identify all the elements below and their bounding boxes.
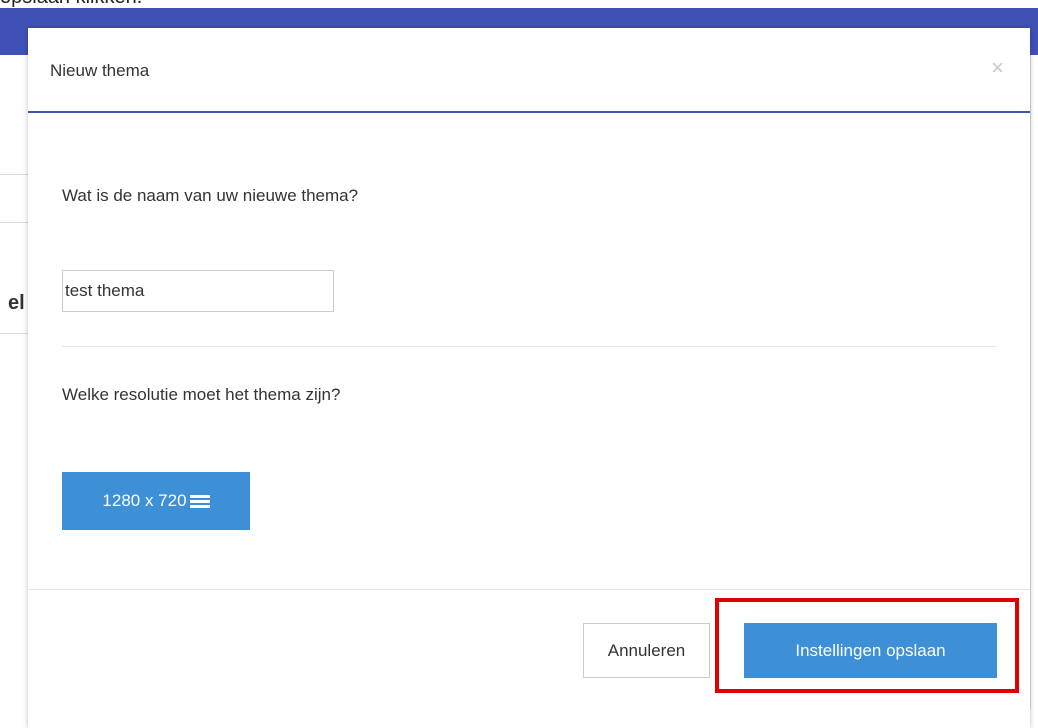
resolution-value: 1280 x 720 [102,491,187,510]
save-settings-button[interactable]: Instellingen opslaan [744,623,997,678]
resolution-question: Welke resolutie moet het thema zijn? [62,385,341,404]
background-divider [0,174,30,175]
section-divider [62,346,996,347]
cancel-button[interactable]: Annuleren [583,623,710,678]
resolution-dropdown-button[interactable]: 1280 x 720 [62,472,250,530]
theme-name-question: Wat is de naam van uw nieuwe thema? [62,186,359,205]
theme-name-input[interactable] [62,270,334,312]
new-theme-dialog: Nieuw thema × Wat is de naam van uw nieu… [28,28,1030,728]
background-divider [0,333,30,334]
footer-divider [28,589,1030,590]
close-icon[interactable]: × [991,57,1004,79]
background-edge [1030,55,1031,709]
dialog-header: Nieuw thema × [28,28,1030,113]
background-divider [0,222,30,223]
list-icon [189,494,210,508]
background-text-fragment: el [8,292,25,314]
dialog-title: Nieuw thema [50,61,150,80]
